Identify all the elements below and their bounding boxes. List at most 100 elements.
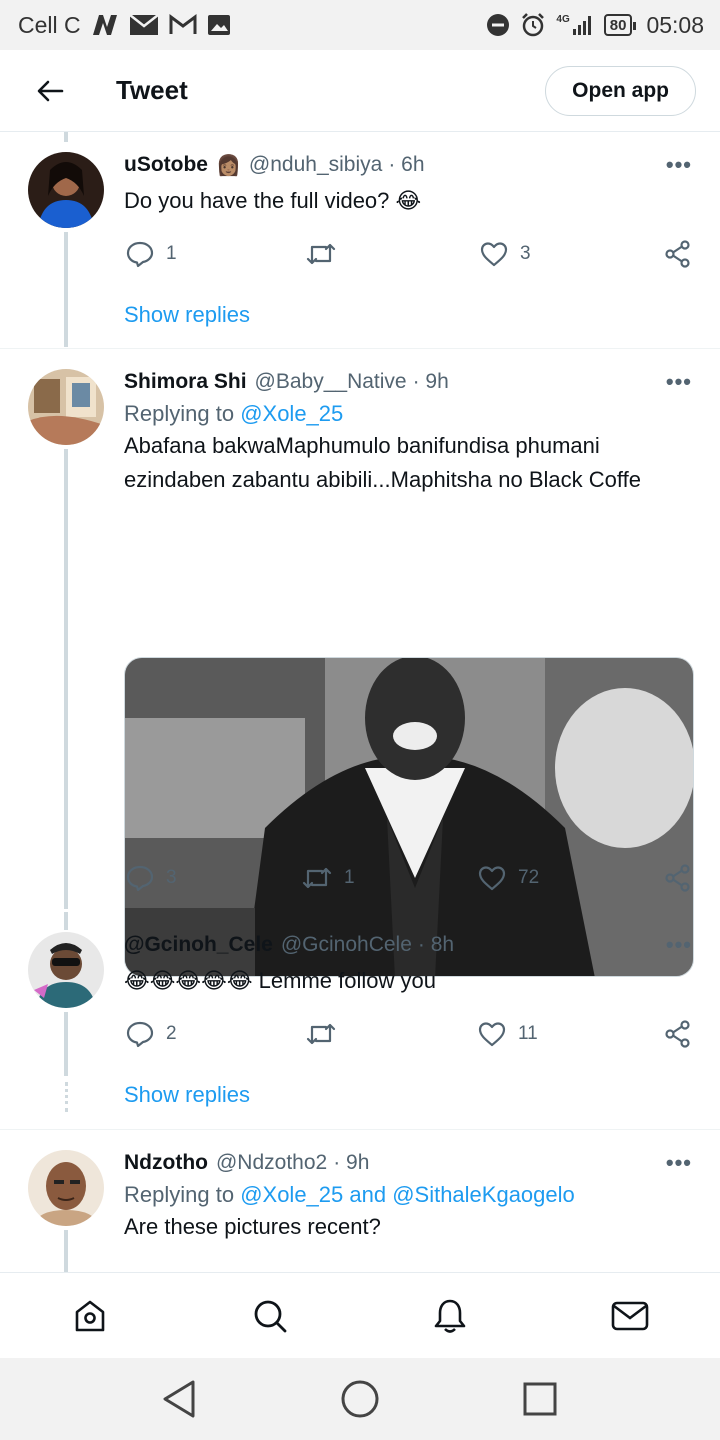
square-recents-icon [523,1382,557,1416]
tweet-actions: 3 1 72 [0,858,720,898]
more-options-button[interactable]: ••• [666,152,692,178]
retweet-button[interactable] [306,241,348,267]
network-type: 4G [556,14,570,25]
reply-count: 2 [166,1023,177,1044]
avatar[interactable] [28,932,104,1008]
heart-icon [478,866,506,891]
top-header: Tweet Open app [0,50,720,132]
tweet-text: Abafana bakwaMaphumulo banifundisa phuma… [124,433,641,492]
share-button[interactable] [664,864,692,892]
share-button[interactable] [664,1020,692,1048]
search-icon [254,1300,287,1332]
tweet-author-handle[interactable]: @GcinohCele [281,933,412,957]
nav-home-button[interactable] [66,1292,114,1340]
like-count: 72 [518,867,540,888]
signal-icon: 4G [556,14,593,36]
tweet-text: 😂😂😂😂😂 Lemme follow you [124,968,436,993]
comment-icon [126,1021,154,1048]
tweet-author-handle[interactable]: @Ndzotho2 [216,1151,327,1175]
system-home-button[interactable] [339,1378,381,1420]
reply-button[interactable]: 1 [126,240,177,268]
battery-indicator: 80 [603,14,637,36]
like-button[interactable]: 3 [480,241,531,267]
replying-to-link[interactable]: @Xole_25 [240,401,343,426]
alarm-icon [520,12,546,38]
reply-count: 3 [166,867,177,888]
tweet-author-name[interactable]: Ndzotho [124,1151,208,1175]
more-options-button[interactable]: ••• [666,932,692,958]
status-bar: Cell C 4G 80 05:08 [0,0,720,50]
avatar[interactable] [28,1150,104,1226]
like-button[interactable]: 11 [478,1021,538,1047]
tweet-card[interactable]: Shimora Shi @Baby__Native · 9h Replying … [0,349,720,977]
home-icon [75,1300,105,1331]
thread-line [64,449,68,909]
share-icon [665,1020,690,1048]
avatar[interactable] [28,369,104,445]
gmail-icon [169,14,197,36]
tweet-author-name[interactable]: uSotobe [124,153,208,177]
avatar[interactable] [28,152,104,228]
open-app-button[interactable]: Open app [545,65,696,116]
system-navigation-bar [0,1358,720,1440]
show-replies-link[interactable]: Show replies [124,302,250,328]
replying-to-prefix: Replying to [124,1182,241,1207]
nav-messages-button[interactable] [606,1292,654,1340]
tweet-text: Are these pictures recent? [124,1214,381,1239]
gallery-icon [207,14,231,36]
tweet-author-name[interactable]: Shimora Shi [124,370,247,394]
retweet-button[interactable] [306,1021,348,1047]
tweet-card[interactable]: uSotobe 👩🏽 @nduh_sibiya · 6h Do you have… [0,132,720,347]
tweet-author-handle[interactable]: @Baby__Native [255,370,407,394]
do-not-disturb-icon [486,13,510,37]
nav-notifications-button[interactable] [426,1292,474,1340]
n-app-icon [91,13,119,37]
replying-to: Replying to @Xole_25 and @SithaleKgaogel… [124,1182,692,1208]
mail-icon [611,1301,649,1330]
retweet-button[interactable]: 1 [302,865,355,891]
tweet-time: · 8h [417,933,455,956]
heart-icon [480,242,508,267]
replying-to: Replying to @Xole_25 [124,401,692,427]
tweet-time: · 6h [388,153,425,176]
share-button[interactable] [664,240,692,268]
thread-dots [65,1082,68,1112]
tweet-actions: 1 3 [0,234,720,274]
retweet-count: 1 [344,867,355,888]
reply-button[interactable]: 2 [126,1020,177,1048]
more-options-button[interactable]: ••• [666,1150,692,1176]
bottom-navigation [0,1272,720,1358]
bell-icon [434,1299,466,1333]
retweet-icon [306,243,336,265]
reply-button[interactable]: 3 [126,864,177,892]
thread-dots [65,300,68,330]
clock: 05:08 [646,11,704,38]
tweet-author-handle[interactable]: @nduh_sibiya [249,153,382,177]
back-button[interactable] [30,71,70,111]
thread-line [64,912,68,930]
replying-to-link[interactable]: @Xole_25 and @SithaleKgaogelo [240,1182,575,1207]
system-back-button[interactable] [158,1378,200,1420]
like-count: 11 [518,1023,538,1044]
comment-icon [126,241,154,268]
like-count: 3 [520,243,531,264]
system-recents-button[interactable] [519,1378,561,1420]
tweet-author-name[interactable]: @Gcinoh_Cele [124,933,273,957]
heart-icon [478,1022,506,1047]
triangle-back-icon [163,1380,195,1418]
show-replies-link[interactable]: Show replies [124,1082,250,1108]
more-options-button[interactable]: ••• [666,369,692,395]
tweet-actions: 2 11 [0,1014,720,1054]
reply-count: 1 [166,243,177,264]
circle-home-icon [341,1380,379,1418]
tweet-text: Do you have the full video? 😂 [124,188,422,213]
tweet-card[interactable]: @Gcinoh_Cele @GcinohCele · 8h 😂😂😂😂😂 Lemm… [0,912,720,1128]
tweet-feed: uSotobe 👩🏽 @nduh_sibiya · 6h Do you have… [0,132,720,1272]
nav-search-button[interactable] [246,1292,294,1340]
battery-level: 80 [609,16,627,34]
arrow-left-icon [37,80,64,101]
tweet-card[interactable]: Ndzotho @Ndzotho2 · 9h Replying to @Xole… [0,1130,720,1272]
mail-notification-icon [128,14,159,36]
thread-line [64,1230,68,1272]
like-button[interactable]: 72 [478,865,539,891]
